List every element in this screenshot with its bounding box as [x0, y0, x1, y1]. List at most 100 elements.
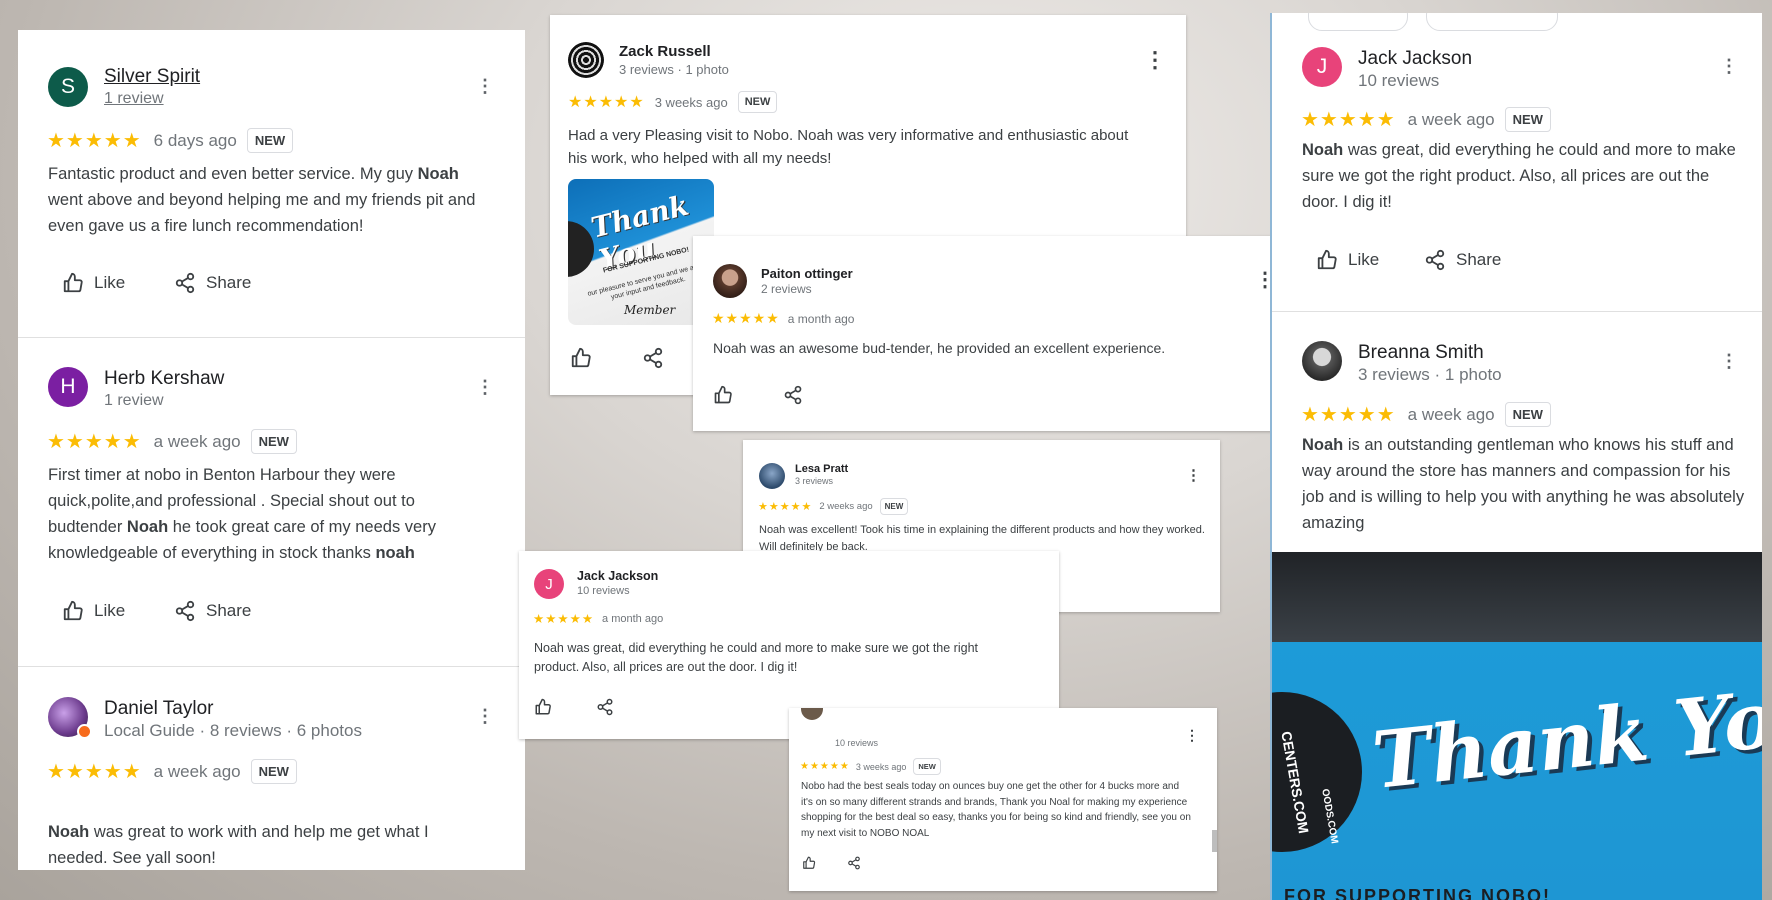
review-nobo-deal: 10 reviews ⋮ ★★★★★ 3 weeks ago NEW Nobo …	[789, 708, 1217, 891]
review-text: Noah is an outstanding gentleman who kno…	[1302, 436, 1745, 532]
avatar[interactable]: S	[48, 67, 88, 107]
thumbs-up-icon	[714, 385, 732, 404]
reviewer-meta[interactable]: 10 reviews	[835, 738, 878, 748]
review-time: 3 weeks ago	[855, 761, 907, 772]
thumbs-up-icon	[535, 698, 551, 715]
star-rating: ★★★★★	[533, 612, 595, 626]
reviewer-name[interactable]: Breanna Smith	[1358, 342, 1484, 364]
avatar[interactable]: J	[534, 569, 564, 599]
review-time: a week ago	[1407, 109, 1495, 129]
share-icon	[784, 385, 802, 405]
reviewer-meta[interactable]: 3 reviews	[795, 476, 833, 486]
review-paiton-ottinger: Paiton ottinger 2 reviews ⋮ ★★★★★ a mont…	[693, 236, 1293, 431]
like-button[interactable]	[713, 385, 733, 405]
share-button[interactable]: Share	[174, 600, 251, 622]
reviewer-meta[interactable]: 1 review	[104, 392, 164, 410]
share-icon	[175, 600, 195, 622]
reviewer-meta[interactable]: 1 review	[104, 90, 164, 108]
reviewer-name[interactable]: Zack Russell	[619, 43, 711, 60]
avatar[interactable]	[568, 42, 604, 78]
more-options-icon[interactable]: ⋮	[1720, 57, 1738, 75]
review-text: Noah was great to work with and help me …	[48, 823, 429, 867]
more-options-icon[interactable]: ⋮	[1186, 468, 1201, 483]
avatar[interactable]	[48, 697, 92, 739]
review-text: Nobo had the best seals today on ounces …	[801, 781, 1191, 839]
avatar[interactable]	[801, 708, 823, 720]
thumbs-up-icon	[63, 600, 83, 621]
review-breanna-smith: Breanna Smith 3 reviews · 1 photo ⋮ ★★★★…	[1272, 312, 1762, 552]
avatar[interactable]	[1302, 341, 1342, 381]
reviewer-meta[interactable]: 10 reviews	[1358, 71, 1439, 91]
share-button[interactable]	[596, 698, 614, 716]
avatar[interactable]: H	[48, 367, 88, 407]
share-icon	[175, 272, 195, 294]
star-rating: ★★★★★	[800, 761, 850, 772]
scrollbar[interactable]	[1212, 830, 1217, 852]
like-button[interactable]	[570, 347, 592, 369]
reviewer-name[interactable]: Jack Jackson	[1358, 48, 1472, 70]
local-guide-badge-icon	[77, 724, 92, 739]
photo-signature: Member	[624, 303, 676, 317]
like-button[interactable]	[802, 856, 816, 870]
star-rating: ★★★★★	[758, 501, 813, 513]
like-button[interactable]	[534, 698, 552, 716]
thumbs-up-icon	[1317, 249, 1337, 270]
new-badge: NEW	[913, 758, 941, 775]
review-silver-spirit: S Silver Spirit 1 review ⋮ ★★★★★ 6 days …	[18, 30, 525, 337]
share-button[interactable]	[642, 347, 664, 369]
reviewer-meta[interactable]: 3 reviews · 1 photo	[1358, 365, 1502, 385]
left-reviews-panel: S Silver Spirit 1 review ⋮ ★★★★★ 6 days …	[18, 30, 525, 870]
reviewer-name[interactable]: Paiton ottinger	[761, 266, 853, 281]
reviewer-name[interactable]: Lesa Pratt	[795, 463, 848, 475]
share-button[interactable]: Share	[174, 272, 251, 294]
share-button[interactable]	[847, 856, 861, 870]
share-icon	[848, 856, 860, 870]
like-button[interactable]: Like	[1316, 249, 1379, 271]
share-icon	[597, 698, 613, 716]
star-rating: ★★★★★	[568, 94, 645, 111]
more-options-icon[interactable]: ⋮	[1185, 728, 1199, 742]
review-time: a month ago	[787, 311, 855, 326]
share-button[interactable]: Share	[1424, 249, 1501, 271]
review-text: First timer at nobo in Benton Harbour th…	[48, 466, 436, 562]
photo-logo-circle	[568, 221, 594, 277]
like-button[interactable]: Like	[62, 272, 125, 294]
review-photo-thank-you[interactable]: CENTERS.COM OODS.COM Thank You FOR SUPPO…	[1272, 552, 1762, 900]
reviewer-meta[interactable]: 2 reviews	[761, 282, 812, 296]
new-badge: NEW	[250, 759, 297, 784]
reviewer-name[interactable]: Silver Spirit	[104, 66, 200, 88]
reviewer-meta[interactable]: 3 reviews · 1 photo	[619, 62, 729, 77]
star-rating: ★★★★★	[1301, 404, 1396, 426]
more-options-icon[interactable]: ⋮	[1720, 352, 1738, 370]
review-jack-jackson: J Jack Jackson 10 reviews ⋮ ★★★★★ a week…	[1272, 13, 1762, 311]
review-time: a week ago	[1407, 404, 1495, 424]
avatar[interactable]: J	[1302, 47, 1342, 87]
share-button[interactable]	[783, 385, 803, 405]
share-icon	[1425, 249, 1445, 271]
reviewer-name[interactable]: Herb Kershaw	[104, 368, 224, 390]
review-time: a month ago	[602, 612, 664, 625]
review-text: Had a very Pleasing visit to Nobo. Noah …	[568, 127, 1129, 167]
avatar[interactable]	[759, 463, 785, 489]
star-rating: ★★★★★	[712, 310, 780, 326]
more-options-icon[interactable]: ⋮	[1144, 49, 1166, 71]
photo-side-text: OODS.COM	[1319, 788, 1340, 845]
reviewer-name[interactable]: Jack Jackson	[577, 569, 658, 583]
like-button[interactable]: Like	[62, 600, 125, 622]
more-options-icon[interactable]: ⋮	[476, 77, 494, 95]
avatar[interactable]	[713, 264, 747, 298]
more-options-icon[interactable]: ⋮	[476, 707, 494, 725]
right-reviews-panel: J Jack Jackson 10 reviews ⋮ ★★★★★ a week…	[1270, 13, 1762, 900]
star-rating: ★★★★★	[1301, 109, 1396, 131]
more-options-icon[interactable]: ⋮	[476, 378, 494, 396]
new-badge: NEW	[737, 91, 778, 113]
photo-car-interior	[1272, 552, 1762, 642]
review-time: a week ago	[153, 761, 241, 781]
review-text: Noah was great, did everything he could …	[534, 641, 979, 674]
reviewer-meta[interactable]: 10 reviews	[577, 585, 630, 597]
photo-side-text: CENTERS.COM	[1278, 730, 1312, 835]
reviewer-name[interactable]: Daniel Taylor	[104, 698, 213, 720]
thumbs-up-icon	[63, 272, 83, 293]
review-text: Fantastic product and even better servic…	[48, 165, 476, 235]
reviewer-meta[interactable]: Local Guide · 8 reviews · 6 photos	[104, 721, 362, 741]
